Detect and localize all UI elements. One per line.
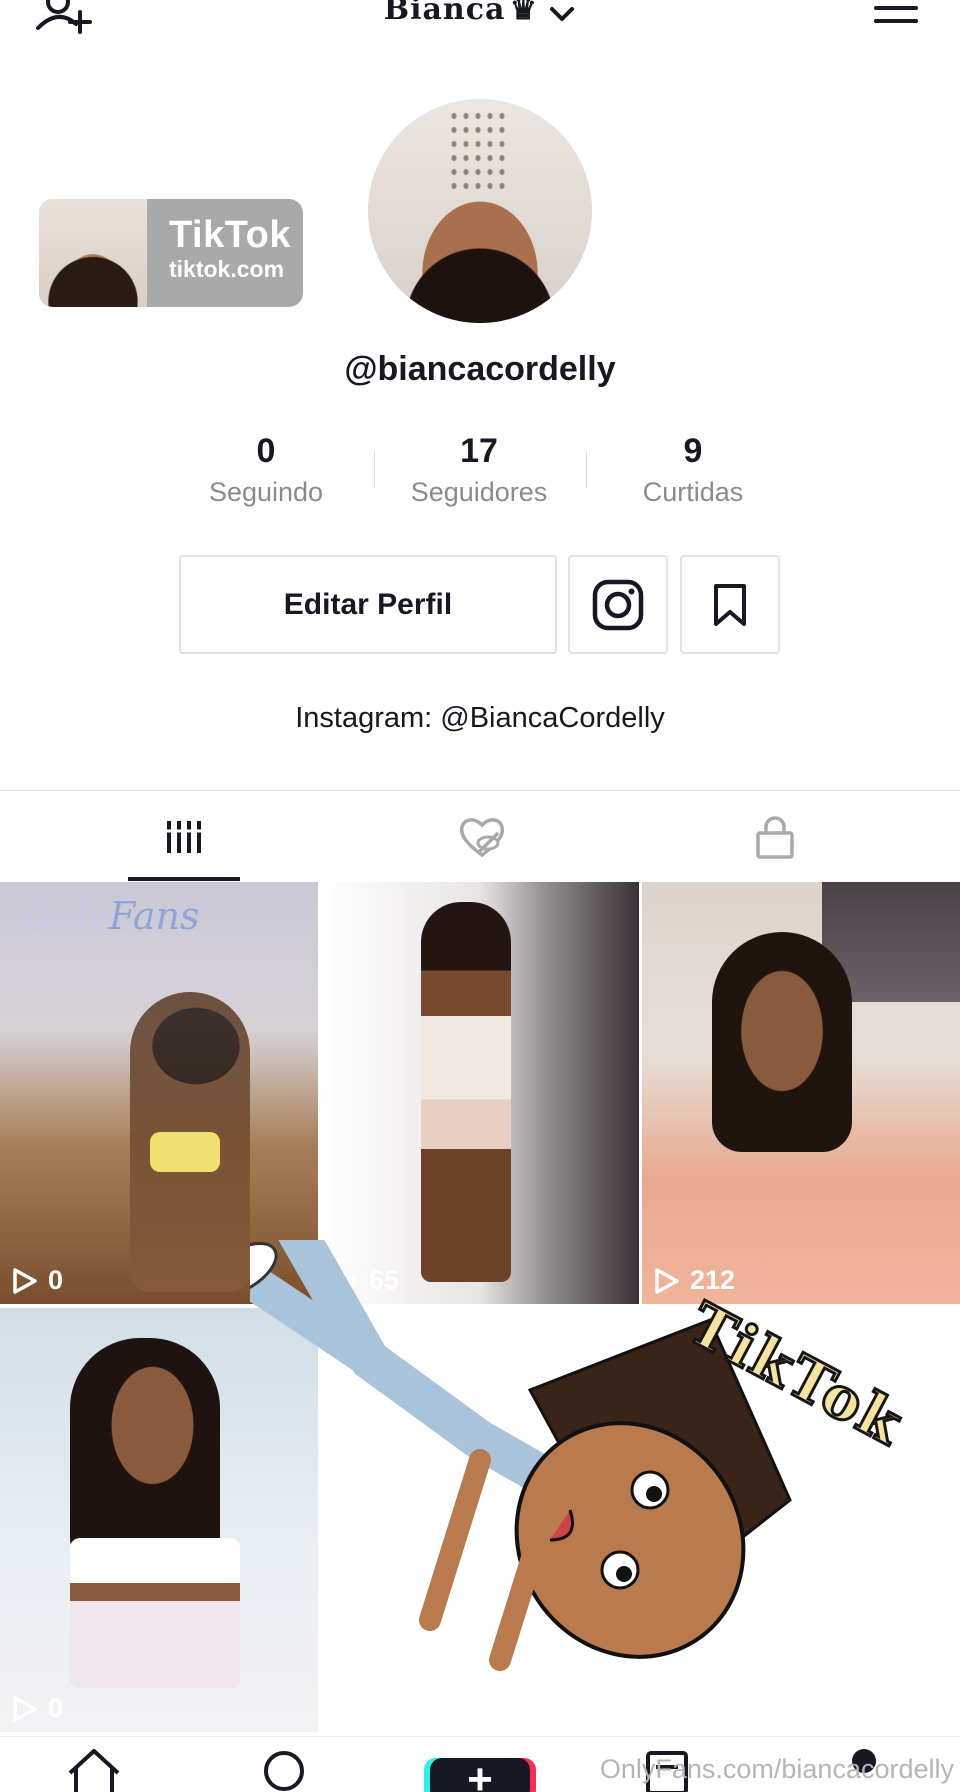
profile-handle: @biancacordelly bbox=[344, 350, 616, 388]
stat-likes[interactable]: 9 Curtidas bbox=[593, 430, 793, 510]
cartoon-sticker bbox=[202, 1182, 960, 1740]
edit-profile-button[interactable]: Editar Perfil bbox=[179, 555, 557, 654]
badge-url: tiktok.com bbox=[169, 256, 285, 282]
profile-tabs bbox=[0, 790, 960, 882]
view-count: 0 bbox=[12, 1693, 63, 1724]
tab-liked[interactable] bbox=[322, 791, 642, 883]
onlyfans-url-watermark: OnlyFans.com/biancacordelly bbox=[599, 1754, 954, 1784]
search-icon bbox=[264, 1751, 304, 1791]
stat-following[interactable]: 0 Seguindo bbox=[166, 430, 366, 510]
stat-followers[interactable]: 17 Seguidores bbox=[379, 430, 579, 510]
stat-label: Seguidores bbox=[410, 477, 548, 507]
view-count-value: 0 bbox=[48, 1265, 64, 1295]
profile-stats: 0 Seguindo 17 Seguidores 9 Curtidas bbox=[0, 430, 960, 520]
stat-value: 9 bbox=[683, 432, 703, 470]
avatar[interactable] bbox=[368, 99, 592, 323]
tab-private[interactable] bbox=[615, 791, 935, 883]
tab-videos[interactable] bbox=[24, 791, 344, 883]
profile-bio: Instagram: @BiancaCordelly bbox=[295, 702, 665, 734]
active-tab-indicator bbox=[128, 877, 240, 881]
page-title: Bianca bbox=[383, 0, 506, 27]
stat-value: 0 bbox=[256, 432, 276, 470]
play-icon bbox=[13, 1695, 37, 1722]
grid-videos-icon bbox=[166, 821, 202, 853]
lock-icon bbox=[756, 816, 794, 859]
tiktok-badge: TikTok tiktok.com bbox=[39, 199, 303, 307]
bookmark-icon bbox=[714, 583, 746, 626]
top-bar: Bianca ♛ bbox=[0, 0, 960, 60]
liked-hidden-icon bbox=[459, 818, 505, 858]
stat-divider bbox=[374, 452, 375, 488]
chevron-down-icon bbox=[550, 6, 575, 21]
badge-thumbnail bbox=[39, 199, 147, 307]
view-count-value: 0 bbox=[48, 1693, 64, 1723]
instagram-button[interactable] bbox=[568, 555, 668, 654]
account-switcher[interactable]: Bianca ♛ bbox=[0, 0, 960, 27]
create-video-button[interactable]: + bbox=[430, 1758, 530, 1792]
stat-divider bbox=[586, 452, 587, 488]
home-icon bbox=[68, 1749, 120, 1792]
stat-label: Seguindo bbox=[208, 477, 324, 507]
favorites-button[interactable] bbox=[680, 555, 780, 654]
play-icon bbox=[13, 1267, 37, 1294]
onlyfans-watermark: OnlyFans bbox=[22, 894, 200, 938]
instagram-icon bbox=[592, 579, 644, 630]
stat-value: 17 bbox=[460, 432, 498, 470]
menu-icon[interactable] bbox=[874, 6, 918, 32]
crown-icon: ♛ bbox=[509, 0, 538, 27]
badge-name: TikTok bbox=[169, 214, 291, 256]
view-count: 0 bbox=[12, 1265, 63, 1296]
nav-home[interactable] bbox=[66, 1747, 122, 1792]
stat-label: Curtidas bbox=[642, 477, 744, 507]
nav-discover[interactable] bbox=[262, 1747, 308, 1792]
